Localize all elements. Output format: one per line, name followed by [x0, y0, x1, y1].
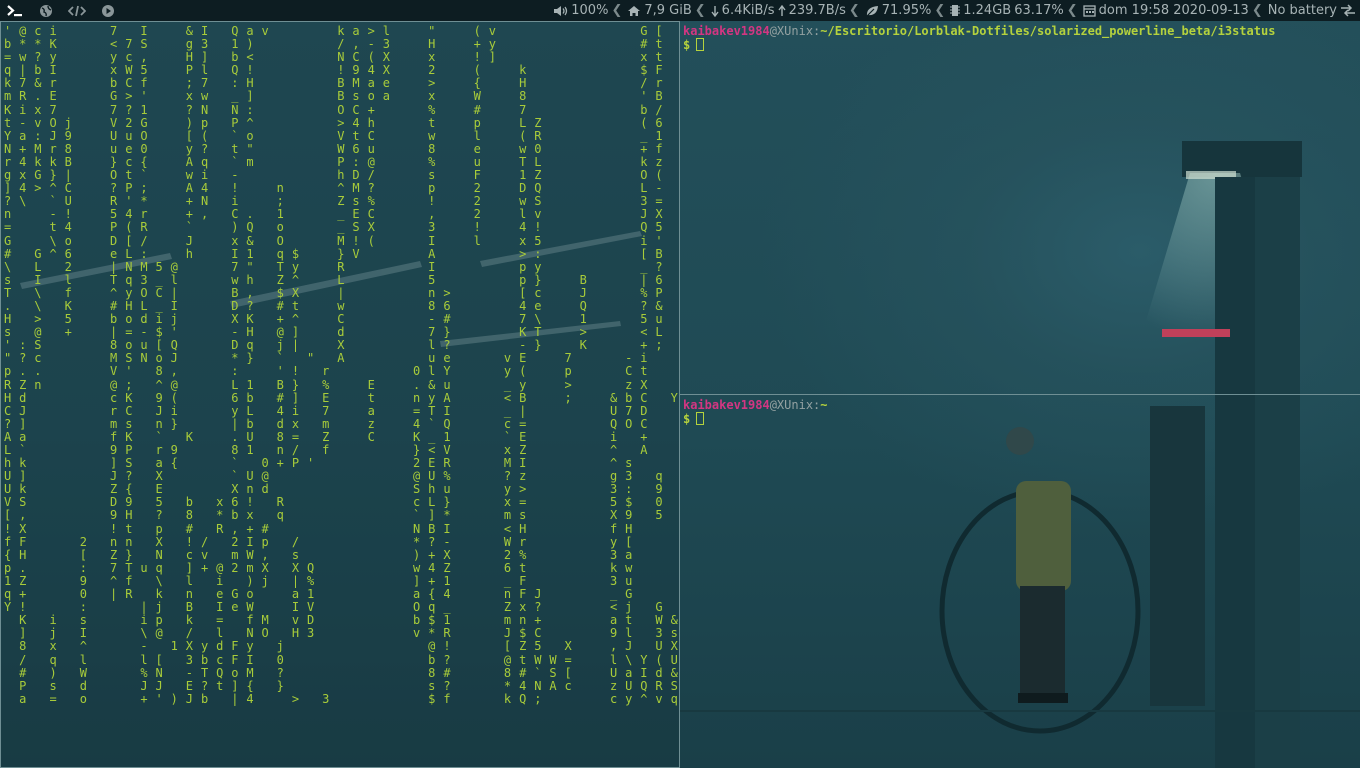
disk-value: 7,9 GiB	[644, 3, 692, 18]
calendar-icon	[1083, 4, 1096, 17]
separator-chevron: ❮	[1066, 3, 1078, 18]
terminal-output: kaibakev1984@XUnix:~/Escritorio/Lorblak-…	[683, 24, 1275, 52]
prompt-line: kaibakev1984@XUnix:~/Escritorio/Lorblak-…	[683, 24, 1275, 38]
separator-chevron: ❮	[611, 3, 623, 18]
prompt-user: kaibakev1984	[683, 398, 770, 412]
clock-block: dom 19:58 2020-09-13	[1083, 3, 1249, 18]
volume-value: 100%	[571, 3, 609, 18]
i3status-blocks: 100% ❮ 7,9 GiB ❮ 6.4KiB/s 239.7B/s ❮ 71.…	[551, 0, 1356, 21]
terminal-window-top[interactable]: kaibakev1984@XUnix:~/Escritorio/Lorblak-…	[680, 21, 1360, 394]
cpu-value: 71.95%	[881, 3, 932, 18]
prompt-symbol: $	[683, 412, 691, 426]
disk-block: 7,9 GiB	[627, 3, 692, 18]
matrix-terminal-window[interactable]: ' @ c i 7 I & I Q a v k a > l " ( v G [ …	[0, 21, 680, 768]
cpu-block: 71.95%	[865, 3, 932, 18]
prompt-symbol: $	[683, 38, 691, 52]
separator-chevron: ❮	[1251, 3, 1263, 18]
browser-workspace-icon[interactable]	[37, 2, 55, 20]
media-workspace-icon[interactable]	[99, 2, 117, 20]
arrow-down-icon	[711, 5, 719, 17]
workspace-switcher	[0, 0, 117, 21]
home-icon	[627, 5, 641, 17]
memory-used: 1.24GB	[963, 3, 1012, 18]
volume-block[interactable]: 100%	[553, 3, 608, 18]
speaker-icon	[553, 5, 568, 17]
plug-arrows-icon	[1340, 4, 1356, 17]
prompt-user: kaibakev1984	[683, 24, 770, 38]
leaf-icon	[865, 5, 879, 17]
prompt-host: @XUnix:	[769, 24, 821, 38]
terminal-cursor	[696, 412, 705, 425]
separator-chevron: ❮	[694, 3, 706, 18]
upload-rate: 239.7B/s	[788, 3, 846, 18]
top-status-bar: 100% ❮ 7,9 GiB ❮ 6.4KiB/s 239.7B/s ❮ 71.…	[0, 0, 1360, 21]
datetime-value: dom 19:58 2020-09-13	[1098, 3, 1249, 18]
battery-value: No battery	[1267, 3, 1337, 18]
prompt-line: kaibakev1984@XUnix:~	[683, 398, 828, 412]
download-rate: 6.4KiB/s	[721, 3, 775, 18]
memory-block: 1.24GB 63.17%	[950, 3, 1064, 18]
input-line[interactable]: $	[683, 412, 828, 426]
code-workspace-icon[interactable]	[68, 2, 86, 20]
battery-block: No battery	[1268, 3, 1356, 18]
prompt-host: @XUnix:	[769, 398, 821, 412]
terminal-output: kaibakev1984@XUnix:~ $	[683, 398, 828, 426]
separator-chevron: ❮	[934, 3, 946, 18]
input-line[interactable]: $	[683, 38, 1275, 52]
matrix-rain-output: ' @ c i 7 I & I Q a v k a > l " ( v G [ …	[4, 24, 679, 706]
separator-chevron: ❮	[848, 3, 860, 18]
memory-percent: 63.17%	[1014, 3, 1064, 18]
prompt-path: ~	[820, 398, 828, 412]
arrow-up-icon	[778, 4, 786, 17]
network-block: 6.4KiB/s 239.7B/s	[711, 3, 846, 18]
terminal-workspace-icon[interactable]	[6, 2, 24, 20]
memory-chip-icon	[950, 4, 961, 17]
prompt-path: ~/Escritorio/Lorblak-Dotfiles/solarized_…	[820, 24, 1276, 38]
terminal-window-bottom[interactable]: kaibakev1984@XUnix:~ $	[680, 394, 1360, 768]
terminal-cursor	[696, 38, 705, 51]
